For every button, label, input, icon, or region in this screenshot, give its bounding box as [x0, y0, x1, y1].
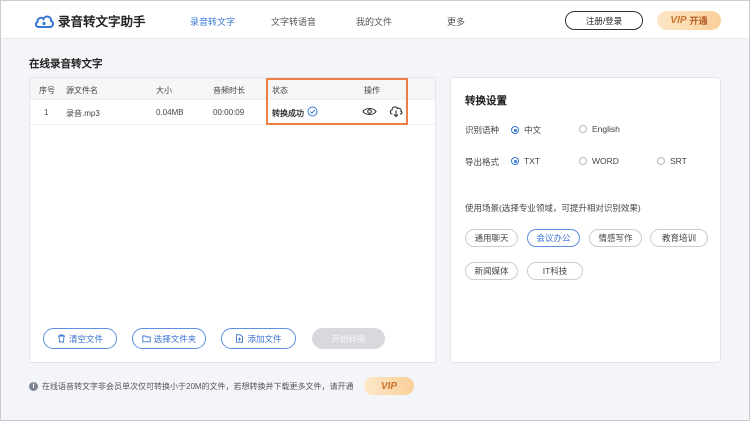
row-duration: 00:00:09 — [213, 108, 245, 117]
vip-open-button[interactable]: VIP 开通 — [657, 11, 721, 30]
conversion-settings-panel: 转换设置 识别语种 中文 English 导出格式 TXT WORD SRT 使… — [450, 77, 721, 363]
cloud-logo-icon — [34, 15, 54, 28]
notice-vip-button[interactable]: VIP — [364, 377, 414, 395]
col-index: 序号 — [39, 86, 55, 95]
row-index: 1 — [44, 108, 49, 117]
register-login-button[interactable]: 注册/登录 — [565, 11, 643, 30]
nav-speech-to-text[interactable]: 录音转文字 — [190, 15, 235, 28]
start-convert-button[interactable]: 开始转换 — [312, 328, 385, 349]
col-size: 大小 — [156, 86, 172, 95]
language-label: 识别语种 — [465, 125, 500, 135]
scene-tag-meeting[interactable]: 会议办公 — [527, 229, 580, 247]
scene-tag-it[interactable]: IT科技 — [527, 262, 583, 280]
radio-format-txt[interactable]: TXT — [511, 156, 540, 166]
file-add-icon — [236, 334, 244, 343]
nav-my-files[interactable]: 我的文件 — [356, 15, 392, 28]
scene-tag-chat[interactable]: 通用聊天 — [465, 229, 518, 247]
clear-files-button[interactable]: 清空文件 — [43, 328, 117, 349]
radio-lang-english[interactable]: English — [579, 124, 620, 134]
clear-files-label: 清空文件 — [68, 333, 103, 344]
check-circle-icon — [307, 106, 318, 117]
member-notice: i 在线语音转文字非会员单次仅可转换小于20M的文件，若想转换并下载更多文件，请… — [29, 381, 354, 392]
eye-icon[interactable] — [362, 106, 377, 117]
radio-dot — [579, 157, 587, 165]
cloud-download-icon[interactable] — [389, 104, 403, 118]
app-logo[interactable]: 录音转文字助手 — [34, 11, 146, 30]
row-filename: 录音.mp3 — [66, 109, 100, 118]
scene-tag-education[interactable]: 教育培训 — [650, 229, 708, 247]
radio-dot — [657, 157, 665, 165]
settings-title: 转换设置 — [465, 95, 507, 107]
nav-more[interactable]: 更多 — [447, 15, 465, 28]
vip-label: VIP — [670, 15, 687, 26]
radio-dot — [579, 125, 587, 133]
row-divider — [30, 124, 435, 125]
radio-format-srt-label: SRT — [670, 156, 687, 166]
add-file-label: 添加文件 — [247, 333, 282, 344]
radio-lang-chinese-label: 中文 — [524, 125, 542, 135]
nav-text-to-speech[interactable]: 文字转语音 — [271, 15, 316, 28]
radio-format-srt[interactable]: SRT — [657, 156, 687, 166]
scene-tag-writing[interactable]: 情感写作 — [589, 229, 642, 247]
scene-tag-news[interactable]: 新闻媒体 — [465, 262, 518, 280]
scene-label: 使用场景(选择专业领域，可提升相对识别效果) — [465, 203, 641, 213]
trash-icon — [57, 334, 65, 343]
add-file-button[interactable]: 添加文件 — [221, 328, 296, 349]
choose-folder-button[interactable]: 选择文件夹 — [132, 328, 206, 349]
radio-lang-chinese[interactable]: 中文 — [511, 124, 541, 136]
notice-text: 在线语音转文字非会员单次仅可转换小于20M的文件，若想转换并下载更多文件，请开通 — [42, 382, 354, 391]
col-actions: 操作 — [364, 86, 380, 95]
row-status: 转换成功 — [272, 109, 304, 118]
radio-dot — [511, 126, 519, 134]
radio-dot — [511, 157, 519, 165]
format-label: 导出格式 — [465, 157, 500, 167]
table-header: 序号 源文件名 大小 音频时长 状态 操作 — [30, 78, 435, 100]
radio-format-word[interactable]: WORD — [579, 156, 619, 166]
folder-icon — [142, 335, 151, 343]
vip-open-label: 开通 — [689, 16, 708, 26]
radio-format-txt-label: TXT — [524, 156, 541, 166]
top-header: 录音转文字助手 录音转文字 文字转语音 我的文件 更多 注册/登录 VIP 开通 — [1, 1, 749, 39]
choose-folder-label: 选择文件夹 — [153, 333, 197, 344]
radio-lang-english-label: English — [592, 124, 620, 134]
app-name: 录音转文字助手 — [58, 15, 146, 29]
page-title: 在线录音转文字 — [29, 58, 103, 70]
row-size: 0.04MB — [156, 108, 184, 117]
col-filename: 源文件名 — [66, 86, 98, 95]
col-status: 状态 — [272, 86, 288, 95]
file-panel: 序号 源文件名 大小 音频时长 状态 操作 1 录音.mp3 0.04MB 00… — [29, 77, 436, 363]
col-duration: 音频时长 — [213, 86, 245, 95]
info-icon: i — [29, 382, 38, 391]
radio-format-word-label: WORD — [592, 156, 619, 166]
